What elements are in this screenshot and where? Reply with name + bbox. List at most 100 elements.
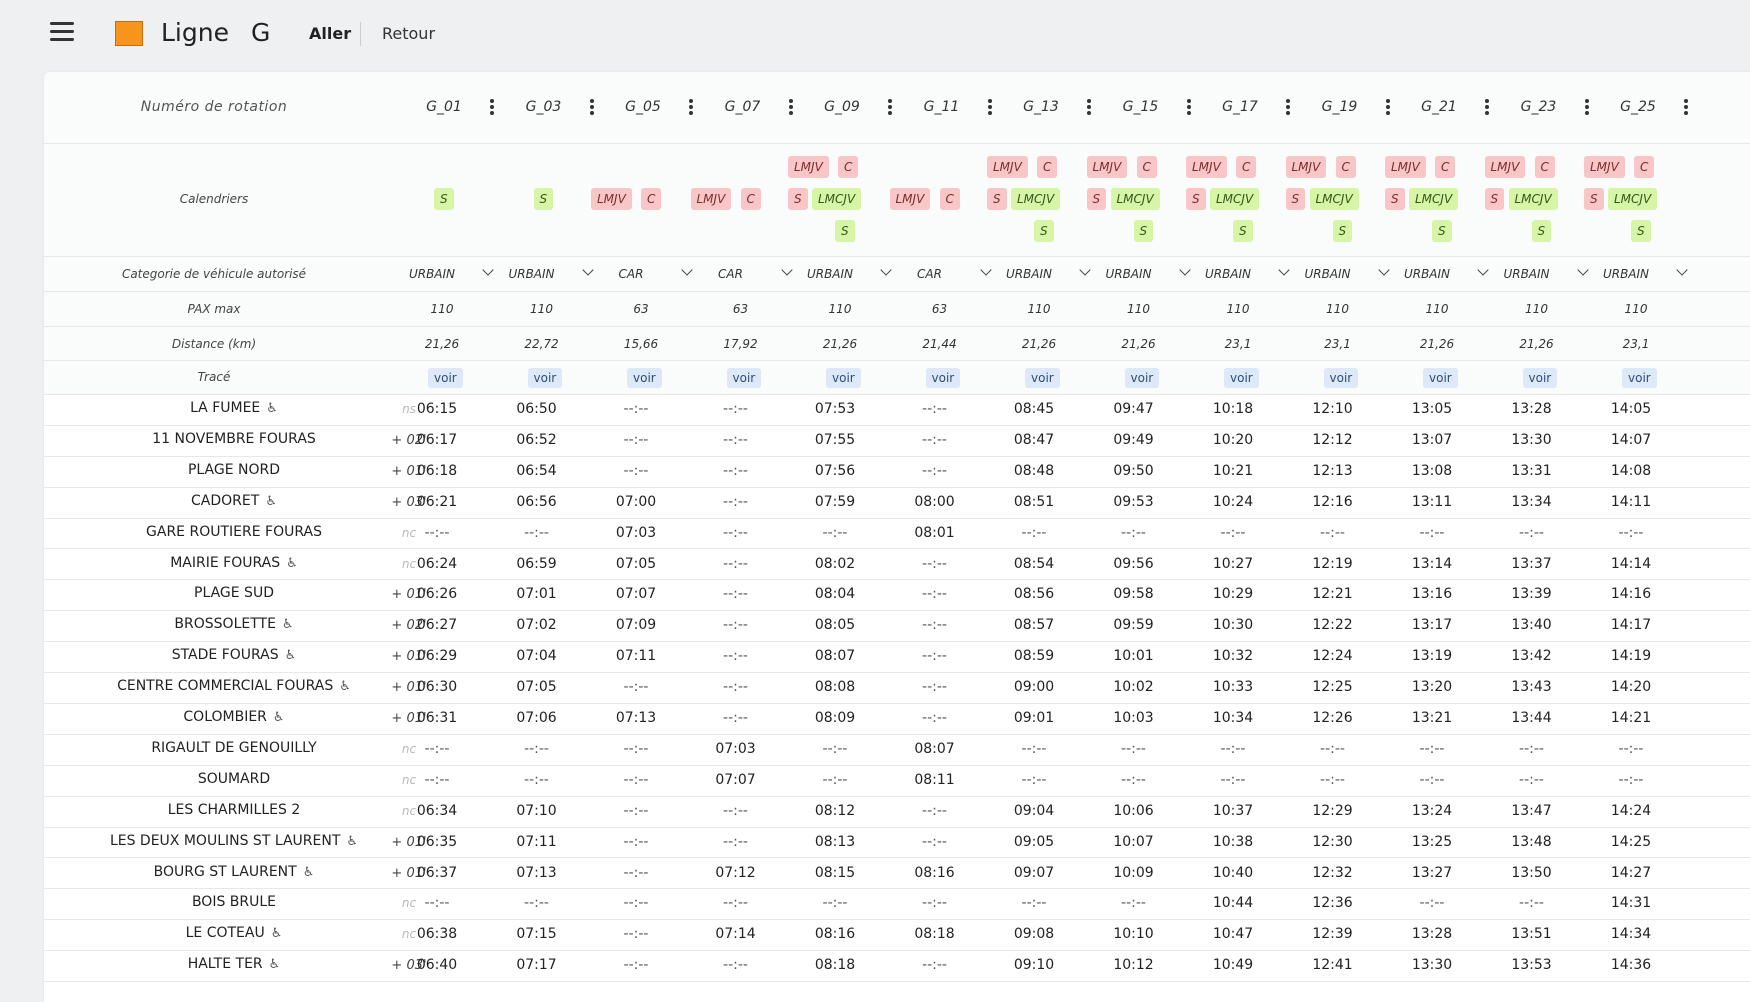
tab-retour[interactable]: Retour [382,24,435,43]
hamburger-menu-icon[interactable] [50,22,74,44]
vehicle-category-select[interactable]: URBAIN [994,267,1064,281]
departure-time: 07:10 [516,802,557,819]
kebab-menu-icon[interactable] [586,99,598,117]
vehicle-category-select[interactable]: URBAIN [1492,267,1562,281]
calendar-badge: LMJV [1186,156,1227,178]
voir-trace-button[interactable]: voir [925,368,961,388]
kebab-menu-icon[interactable] [1680,99,1692,117]
departure-time: 10:44 [1212,895,1254,912]
pax-value: 110 [1127,302,1150,316]
voir-trace-button[interactable]: voir [726,368,762,388]
kebab-menu-icon[interactable] [984,99,996,117]
departure-time: 13:30 [1511,431,1552,448]
voir-trace-button[interactable]: voir [527,368,563,388]
tab-aller[interactable]: Aller [309,24,351,43]
departure-time: 06:18 [416,462,458,479]
vehicle-category-select[interactable]: CAR [895,267,965,281]
departure-time: --:-- [1419,895,1445,912]
departure-time: 07:11 [516,833,557,850]
calendar-badge: LMJV [690,188,732,210]
kebab-menu-icon[interactable] [1481,99,1493,117]
departure-time: 06:21 [416,493,458,510]
departure-time: 12:21 [1312,586,1353,603]
departure-time: --:-- [1419,771,1445,788]
departure-time: 07:59 [814,493,856,510]
kebab-menu-icon[interactable] [1183,99,1195,117]
stop-row: LE COTEAU ♿ nc 06:38 07:15 --:-- 07:14 08:16 08:… [44,920,1750,952]
departure-time: 10:37 [1212,802,1254,819]
vehicle-category-select[interactable]: CAR [696,267,766,281]
wheelchair-icon: ♿ [266,401,278,416]
departure-time: 13:21 [1411,710,1453,726]
voir-trace-button[interactable]: voir [1025,368,1060,388]
stop-row: BOURG ST LAURENT ♿ + 01' 06:37 07:13 --:-- 07:… [44,859,1750,890]
departure-time: --:-- [922,617,947,634]
stop-name: LE COTEAU ♿ [44,925,424,941]
stop-name-label: HALTE TER [187,956,263,973]
voir-trace-button[interactable]: voir [1124,368,1160,388]
vehicle-category-select[interactable]: URBAIN [1193,267,1263,281]
departure-time: 08:07 [814,648,856,665]
voir-trace-button[interactable]: voir [1323,368,1359,388]
calendar-badge: S [1332,220,1353,242]
calendar-badge: S [1186,188,1206,210]
departure-time: 10:30 [1212,617,1254,634]
departure-time: 09:53 [1113,493,1154,510]
line-color-swatch [115,21,143,46]
stop-row: HALTE TER ♿ + 03' 06:40 07:17 --:-- --:-- 08:18… [44,951,1750,983]
departure-time: 10:06 [1113,802,1154,819]
departure-time: 09:10 [1013,957,1055,974]
departure-time: 07:55 [814,431,856,448]
voir-trace-button[interactable]: voir [1622,368,1657,388]
kebab-menu-icon[interactable] [1382,99,1394,117]
voir-trace-button[interactable]: voir [1224,368,1259,388]
departure-time: 08:01 [914,524,955,541]
departure-time: --:-- [623,802,649,819]
departure-time: 14:19 [1610,648,1652,665]
calendar-badge: LMCJV [1508,188,1558,210]
departure-time: 12:25 [1312,679,1353,696]
departure-time: 10:38 [1212,833,1254,850]
stop-name: HALTE TER ♿ [44,956,424,972]
calendar-badge: C [1335,156,1356,178]
vehicle-category-select[interactable]: URBAIN [1293,267,1363,281]
distance-value: 22,72 [524,337,559,351]
departure-time: 13:05 [1411,401,1453,417]
vehicle-category-select[interactable]: URBAIN [1094,267,1164,281]
departure-time: 08:16 [914,864,955,881]
vehicle-category-select[interactable]: URBAIN [795,267,865,281]
departure-time: 07:09 [615,617,657,634]
voir-trace-button[interactable]: voir [428,368,463,388]
departure-time: 10:03 [1113,710,1154,726]
kebab-menu-icon[interactable] [1282,99,1294,117]
departure-time: 07:07 [615,586,657,603]
departure-time: 08:51 [1013,493,1055,510]
voir-trace-button[interactable]: voir [826,368,861,388]
kebab-menu-icon[interactable] [884,99,896,117]
departure-time: 12:32 [1312,864,1353,881]
departure-time: 08:00 [914,493,955,510]
calendar-badge: LMCJV [1409,188,1459,210]
kebab-menu-icon[interactable] [1083,99,1095,117]
voir-trace-button[interactable]: voir [1423,368,1458,388]
kebab-menu-icon[interactable] [486,99,498,117]
voir-trace-button[interactable]: voir [1522,368,1558,388]
vehicle-category-select[interactable]: URBAIN [497,267,567,281]
voir-trace-button[interactable]: voir [627,368,662,388]
kebab-menu-icon[interactable] [785,99,797,117]
stop-row: STADE FOURAS ♿ + 01' 06:29 07:04 07:11 --:-- 08… [44,642,1750,674]
vehicle-category-select[interactable]: URBAIN [1591,267,1661,281]
departure-time: 14:34 [1610,926,1652,943]
departure-time: 14:31 [1610,895,1652,912]
departure-time: 09:56 [1113,555,1154,572]
distance-value: 23,1 [1324,337,1351,351]
departure-time: 08:16 [814,926,856,943]
departure-time: --:-- [723,802,748,819]
kebab-menu-icon[interactable] [685,99,697,117]
departure-time: 12:26 [1312,710,1353,726]
vehicle-category-select[interactable]: URBAIN [1392,267,1462,281]
kebab-menu-icon[interactable] [1581,99,1593,117]
vehicle-category-select[interactable]: CAR [596,267,666,281]
vehicle-category-select[interactable]: URBAIN [397,267,467,281]
departure-time: 13:25 [1411,833,1453,850]
